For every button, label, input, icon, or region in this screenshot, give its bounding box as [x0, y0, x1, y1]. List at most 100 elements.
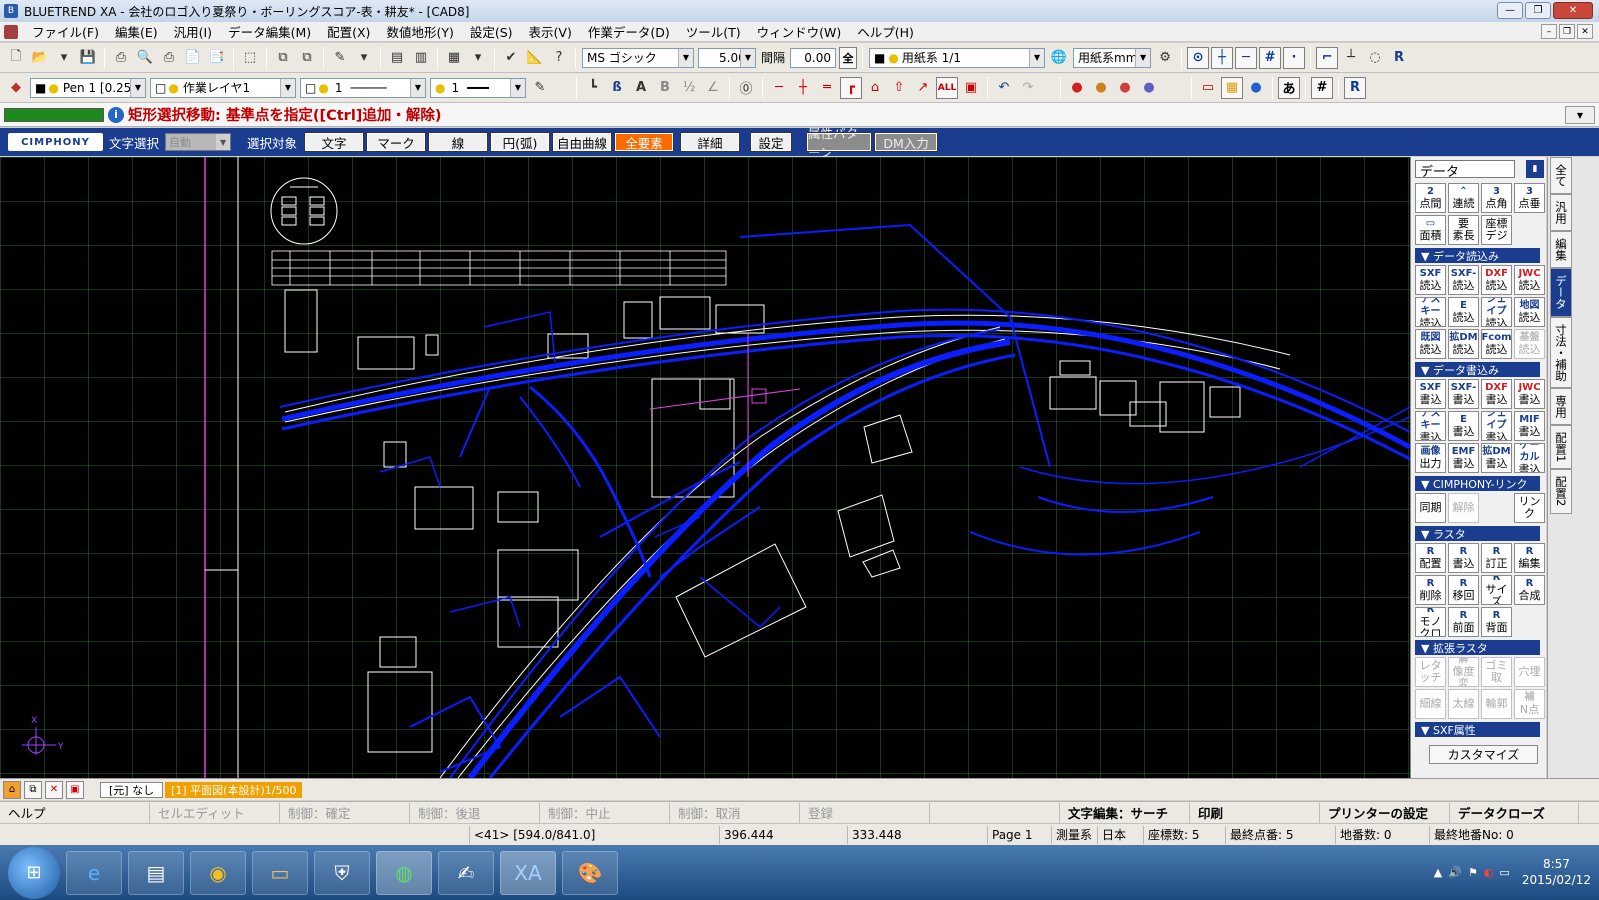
copy-sheet-icon[interactable]: ⧉ [24, 780, 42, 799]
fkey-cancel[interactable]: 制御：取消 [670, 802, 800, 823]
text-a-icon[interactable]: A [630, 77, 652, 99]
panel-button[interactable]: 解像度変 [1448, 657, 1479, 687]
coordinate-icon[interactable]: 🌐 [1048, 47, 1070, 69]
filter-text-button[interactable]: 文字 [304, 132, 365, 152]
minimize-button[interactable]: — [1497, 2, 1523, 19]
panel-button[interactable]: SXF- 読込 [1448, 265, 1479, 295]
filter-arc-button[interactable]: 円(弧) [490, 132, 551, 152]
filter-all-button[interactable]: 全要素 [614, 132, 675, 152]
pencil-icon[interactable]: ✎ [529, 77, 551, 99]
hiragana-icon[interactable]: あ [1278, 76, 1300, 99]
panel-button[interactable]: 拡DM 書込 [1481, 443, 1512, 473]
panel-button[interactable]: JWC 読込 [1514, 265, 1545, 295]
panel-button[interactable]: R 配置 [1415, 543, 1446, 573]
check-icon[interactable]: ✔ [500, 47, 522, 69]
text-rotate-icon[interactable]: ∠ [702, 77, 724, 99]
unit-select[interactable]: 用紙系mm ▼ [1073, 47, 1152, 68]
panel-button[interactable]: R 合成 [1514, 575, 1545, 605]
snap-cross-icon[interactable]: ┼ [1211, 46, 1234, 69]
panel-button[interactable]: E 書込 [1448, 411, 1479, 441]
network-icon[interactable]: ◐ [1484, 866, 1494, 879]
help-cursor-icon[interactable]: ? [548, 47, 570, 69]
fkey-help[interactable]: ヘルプ [0, 802, 150, 823]
filter-line-button[interactable]: 線 [428, 132, 489, 152]
panel-button[interactable]: JWC 書込 [1514, 379, 1545, 409]
dropdown-arrow-icon[interactable]: ▾ [353, 47, 375, 69]
curve-icon[interactable]: ↗ [912, 77, 934, 99]
linetype-select[interactable]: □ ● 1 ───── ▼ [300, 77, 426, 98]
panel-button[interactable]: DXF 書込 [1481, 379, 1512, 409]
fkey-cell-edit[interactable]: セルエディット [150, 802, 280, 823]
panel-button[interactable]: E 読込 [1448, 297, 1479, 327]
export-icon[interactable]: 📑 [206, 47, 228, 69]
table-icon[interactable]: ▦ [443, 47, 465, 69]
menu-work-data[interactable]: 作業データ(D) [580, 22, 678, 41]
color-pen-icon[interactable]: ● [1114, 77, 1136, 99]
fkey-printer-settings[interactable]: プリンターの設定 [1320, 802, 1450, 823]
panel-button[interactable]: 解除 [1448, 493, 1479, 523]
paper-select[interactable]: ■ ● 用紙系 1/1 ▼ [869, 47, 1046, 68]
linewidth-select[interactable]: ● 1 ━━━ ▼ [430, 77, 526, 98]
panel-button[interactable]: 拡DM 読込 [1448, 329, 1479, 359]
cad-app-icon[interactable]: ✍ [438, 850, 494, 895]
side-tab[interactable]: 寸法・補助 [1550, 316, 1572, 388]
ie-browser-icon[interactable]: e [66, 850, 122, 895]
mdi-restore-button[interactable]: ❐ [1559, 24, 1575, 39]
arrow-up-icon[interactable]: ⇧ [888, 77, 910, 99]
tab-plan-view[interactable]: [1] 平面図(本設計)1/500 [165, 781, 303, 798]
panel-button[interactable]: 穴埋 [1514, 657, 1545, 687]
panel-button[interactable]: シェイプ 読込 [1481, 297, 1512, 327]
coordinate-digitize-button[interactable]: 座標 デジ [1481, 215, 1512, 245]
pen-select[interactable]: ■ ● Pen 1 [0.25] ▼ [30, 77, 146, 98]
measure-perpendicular-button[interactable]: 3 点垂 [1514, 183, 1545, 213]
panel-button[interactable]: ゴミ取 [1481, 657, 1512, 687]
panel-button[interactable]: SXF 書込 [1415, 379, 1446, 409]
panel-button[interactable]: アスキー 書込 [1415, 411, 1446, 441]
menu-terrain[interactable]: 数値地形(Y) [378, 22, 461, 41]
filter-freecurve-button[interactable]: 自由曲線 [552, 132, 613, 152]
menu-view[interactable]: 表示(V) [521, 22, 580, 41]
mdi-minimize-button[interactable]: – [1541, 24, 1557, 39]
panel-button[interactable]: 既図 読込 [1415, 329, 1446, 359]
panel-section-header[interactable]: ▼ データ書込み [1415, 362, 1540, 377]
fill-icon[interactable]: ▣ [960, 77, 982, 99]
panel-button[interactable]: R サイズ [1481, 575, 1512, 605]
flag-icon[interactable]: ⚑ [1468, 866, 1478, 879]
panel-button[interactable]: 基盤 読込 [1514, 329, 1545, 359]
panel-button[interactable]: DXF 読込 [1481, 265, 1512, 295]
attr-pattern-button[interactable]: 属性パターン [806, 126, 873, 160]
all-button[interactable]: 全 [839, 46, 858, 69]
spacing-input[interactable]: 0.00 [790, 47, 837, 68]
print-preview-icon[interactable]: ⎙ [110, 47, 132, 69]
tab-origin[interactable]: [元] なし [100, 781, 164, 798]
chrome-icon[interactable]: ◉ [190, 850, 246, 895]
panel-section-header[interactable]: ▼ ラスタ [1415, 526, 1540, 541]
panel-button[interactable]: 画像 出力 [1415, 443, 1446, 473]
layer-settings-icon[interactable]: ▥ [410, 47, 432, 69]
panel-button[interactable]: レタッチ [1415, 657, 1446, 687]
menu-help[interactable]: ヘルプ(H) [849, 22, 922, 41]
menu-settings[interactable]: 設定(S) [462, 22, 521, 41]
measure-element-length-button[interactable]: 要素長 [1448, 215, 1479, 245]
edit-icon[interactable]: ✎ [329, 47, 351, 69]
volume-icon[interactable]: 🔊 [1448, 866, 1462, 879]
panel-button[interactable]: 同期 [1415, 493, 1446, 523]
fkey-empty[interactable] [930, 802, 1060, 823]
panel-button[interactable]: R 訂正 [1481, 543, 1512, 573]
panel-button[interactable]: R 削除 [1415, 575, 1446, 605]
fkey-confirm[interactable]: 制御：確定 [280, 802, 410, 823]
raster-r-icon[interactable]: R [1388, 47, 1410, 69]
panel-button[interactable]: R 背面 [1481, 607, 1512, 637]
eraser-icon[interactable]: ◆ [5, 77, 27, 99]
panel-button[interactable]: 地図 読込 [1514, 297, 1545, 327]
panel-button[interactable]: SXF- 書込 [1448, 379, 1479, 409]
panel-button[interactable]: R 移回 [1448, 575, 1479, 605]
pdf-icon[interactable]: 📄 [182, 47, 204, 69]
double-line-icon[interactable]: ═ [816, 77, 838, 99]
explorer-window-icon[interactable]: ▤ [128, 850, 184, 895]
select-icon[interactable]: ⬚ [239, 47, 261, 69]
bold-icon[interactable]: B [654, 77, 676, 99]
raster-r-icon[interactable]: R [1344, 76, 1366, 99]
rgb-icon[interactable]: ● [1245, 77, 1267, 99]
panel-section-header[interactable]: ▼ データ読込み [1415, 248, 1540, 263]
